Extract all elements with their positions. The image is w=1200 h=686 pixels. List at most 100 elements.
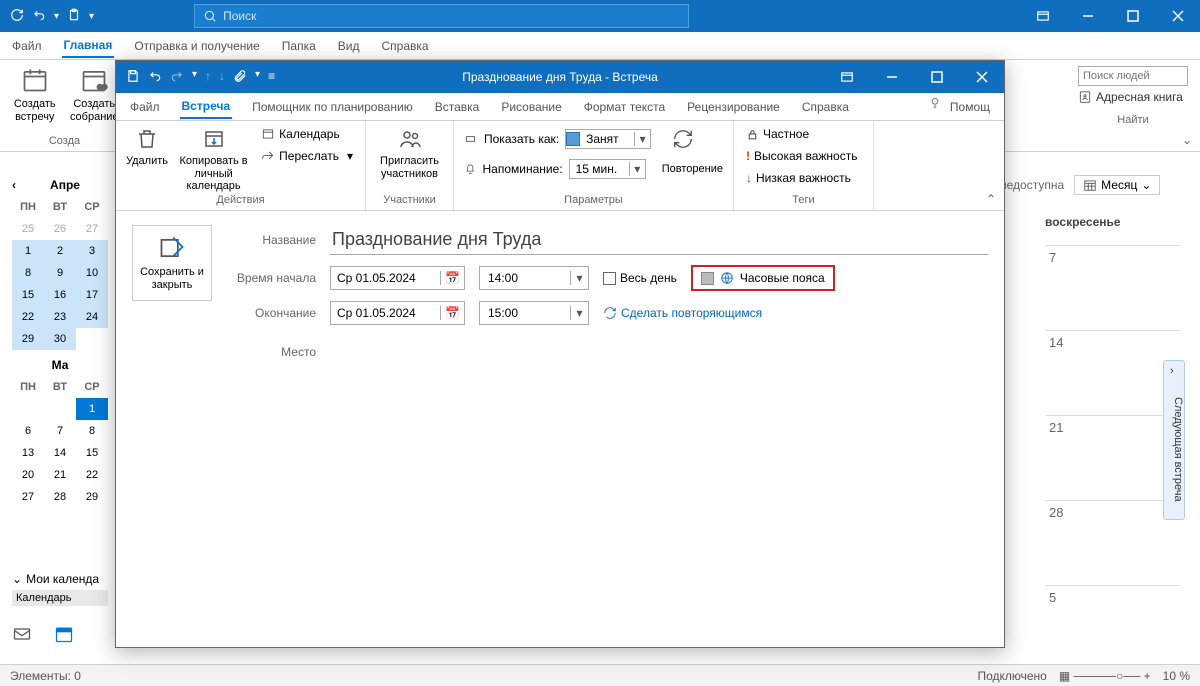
menu-home[interactable]: Главная (62, 34, 115, 58)
m-menu-format[interactable]: Формат текста (582, 96, 667, 118)
undo-icon[interactable] (148, 69, 162, 86)
menu-view[interactable]: Вид (336, 35, 362, 57)
address-book-button[interactable]: Адресная книга (1078, 90, 1188, 104)
day-cell[interactable]: 5 (1045, 585, 1180, 670)
delete-button[interactable]: Удалить (126, 125, 168, 193)
day-cell[interactable]: 28 (1045, 500, 1180, 585)
people-icon (394, 125, 426, 153)
next-meeting-tab[interactable]: Следующая встреча (1163, 360, 1185, 520)
timezones-checkbox[interactable] (701, 272, 714, 285)
collapse-ribbon-icon[interactable]: ⌃ (986, 192, 996, 206)
calendar-picker-icon[interactable]: 📅 (440, 306, 464, 320)
timezones-highlight: Часовые пояса (691, 265, 835, 291)
m-menu-file[interactable]: Файл (128, 96, 162, 118)
save-close-icon (158, 234, 186, 262)
all-day-checkbox[interactable]: Весь день (603, 271, 677, 285)
maximize-button[interactable] (1110, 0, 1155, 32)
m-menu-draw[interactable]: Рисование (499, 96, 563, 118)
invite-button[interactable]: Пригласить участников (376, 125, 443, 180)
lock-icon (746, 128, 759, 141)
up-icon[interactable]: ↑ (205, 69, 211, 86)
maximize-button[interactable] (914, 61, 959, 93)
calendar-icon (19, 64, 51, 96)
close-button[interactable] (1155, 0, 1200, 32)
m-menu-insert[interactable]: Вставка (433, 96, 482, 118)
copy-to-calendar-button[interactable]: Копировать в личный календарь (174, 125, 253, 193)
prev-month-icon[interactable]: ‹ (12, 178, 16, 192)
qat-more-icon[interactable]: ≡ (268, 69, 275, 86)
m-menu-review[interactable]: Рецензирование (685, 96, 782, 118)
status-connected: Подключено (977, 669, 1046, 683)
day-cell[interactable]: 7 (1045, 245, 1180, 330)
high-importance-button[interactable]: !Высокая важность (744, 147, 863, 165)
chevron-down-icon: ⌄ (1141, 178, 1151, 192)
new-meeting-button[interactable]: Создать встречу (10, 64, 60, 124)
reminder-combo[interactable]: 15 мин.▾ (569, 159, 646, 179)
menu-sendrecv[interactable]: Отправка и получение (132, 35, 261, 57)
meeting-menubar: Файл Встреча Помощник по планированию Вс… (116, 93, 1004, 121)
save-icon[interactable] (126, 69, 140, 86)
low-importance-button[interactable]: ↓Низкая важность (744, 169, 863, 187)
m-menu-help[interactable]: Справка (800, 96, 851, 118)
paste-icon[interactable] (67, 8, 81, 25)
search-people-input[interactable] (1078, 66, 1188, 86)
status-bar: Элементы: 0 Подключено ▦ ─────○── + 10 % (0, 664, 1200, 686)
close-button[interactable] (959, 61, 1004, 93)
down-icon[interactable]: ↓ (219, 69, 225, 86)
clip-icon[interactable] (233, 69, 247, 86)
calendar-item[interactable]: Календарь (12, 590, 108, 606)
status-elements: Элементы: 0 (10, 669, 81, 683)
show-as-label: Показать как: (484, 132, 559, 146)
private-button[interactable]: Частное (744, 125, 863, 143)
calendar-button[interactable]: Календарь (259, 125, 355, 143)
refresh-icon[interactable] (10, 8, 24, 25)
redo-icon[interactable] (170, 69, 184, 86)
chevron-down-icon: ⌄ (12, 572, 22, 586)
minimize-button[interactable] (869, 61, 914, 93)
weekday-header: воскресенье (1045, 215, 1121, 229)
view-buttons[interactable]: ▦ ─────○── + (1059, 669, 1151, 683)
label-end: Окончание (226, 306, 316, 320)
calendar-picker-icon[interactable]: 📅 (440, 271, 464, 285)
minimize-button[interactable] (1065, 0, 1110, 32)
m-menu-meeting[interactable]: Встреча (180, 95, 233, 119)
qat-chevron-icon[interactable]: ▾ (54, 11, 59, 22)
start-date-input[interactable]: Ср 01.05.2024📅 (330, 266, 465, 290)
start-time-input[interactable]: 14:00▾ (479, 266, 589, 290)
recur-icon (667, 125, 699, 153)
qat-chevron-icon[interactable]: ▾ (192, 69, 197, 86)
mail-icon[interactable] (12, 624, 32, 647)
save-close-button[interactable]: Сохранить и закрыть (132, 225, 212, 301)
day-cell[interactable]: 14 (1045, 330, 1180, 415)
label-name: Название (226, 233, 316, 247)
m-menu-planning[interactable]: Помощник по планированию (250, 96, 415, 118)
menu-folder[interactable]: Папка (280, 35, 318, 57)
calendar-column: 7 14 21 28 5 (1045, 245, 1180, 670)
tell-me[interactable]: Помощ (928, 96, 992, 118)
meeting-titlebar: ▾ ↑ ↓ ▾ ≡ Празднование дня Труда - Встре… (116, 61, 1004, 93)
tag-icon (464, 132, 478, 146)
subject-input[interactable] (330, 225, 988, 255)
collapse-ribbon-icon[interactable]: ⌄ (1182, 133, 1192, 147)
ribbon-display-icon[interactable] (824, 61, 869, 93)
new-gathering-button[interactable]: Создать собрание (70, 64, 120, 124)
end-time-input[interactable]: 15:00▾ (479, 301, 589, 325)
forward-button[interactable]: Переслать▾ (259, 147, 355, 165)
day-cell[interactable]: 21 (1045, 415, 1180, 500)
calendar-nav-icon[interactable] (54, 624, 74, 647)
end-date-input[interactable]: Ср 01.05.2024📅 (330, 301, 465, 325)
make-recurring-link[interactable]: Сделать повторяющимся (603, 306, 762, 320)
show-as-combo[interactable]: Занят▾ (565, 129, 651, 149)
my-calendars-toggle[interactable]: ⌄Мои календа (12, 572, 108, 586)
undo-icon[interactable] (32, 8, 46, 25)
timezones-label[interactable]: Часовые пояса (740, 271, 825, 285)
recurrence-button[interactable] (667, 125, 699, 153)
find-group: Адресная книга Найти (1066, 60, 1200, 151)
search-box[interactable]: Поиск (194, 4, 689, 28)
month-view-button[interactable]: Месяц ⌄ (1074, 175, 1160, 195)
ribbon-display-icon[interactable] (1020, 0, 1065, 32)
bell-icon (464, 162, 477, 176)
menu-file[interactable]: Файл (10, 35, 44, 57)
qat-more-icon[interactable]: ▾ (89, 11, 94, 22)
menu-help[interactable]: Справка (379, 35, 430, 57)
